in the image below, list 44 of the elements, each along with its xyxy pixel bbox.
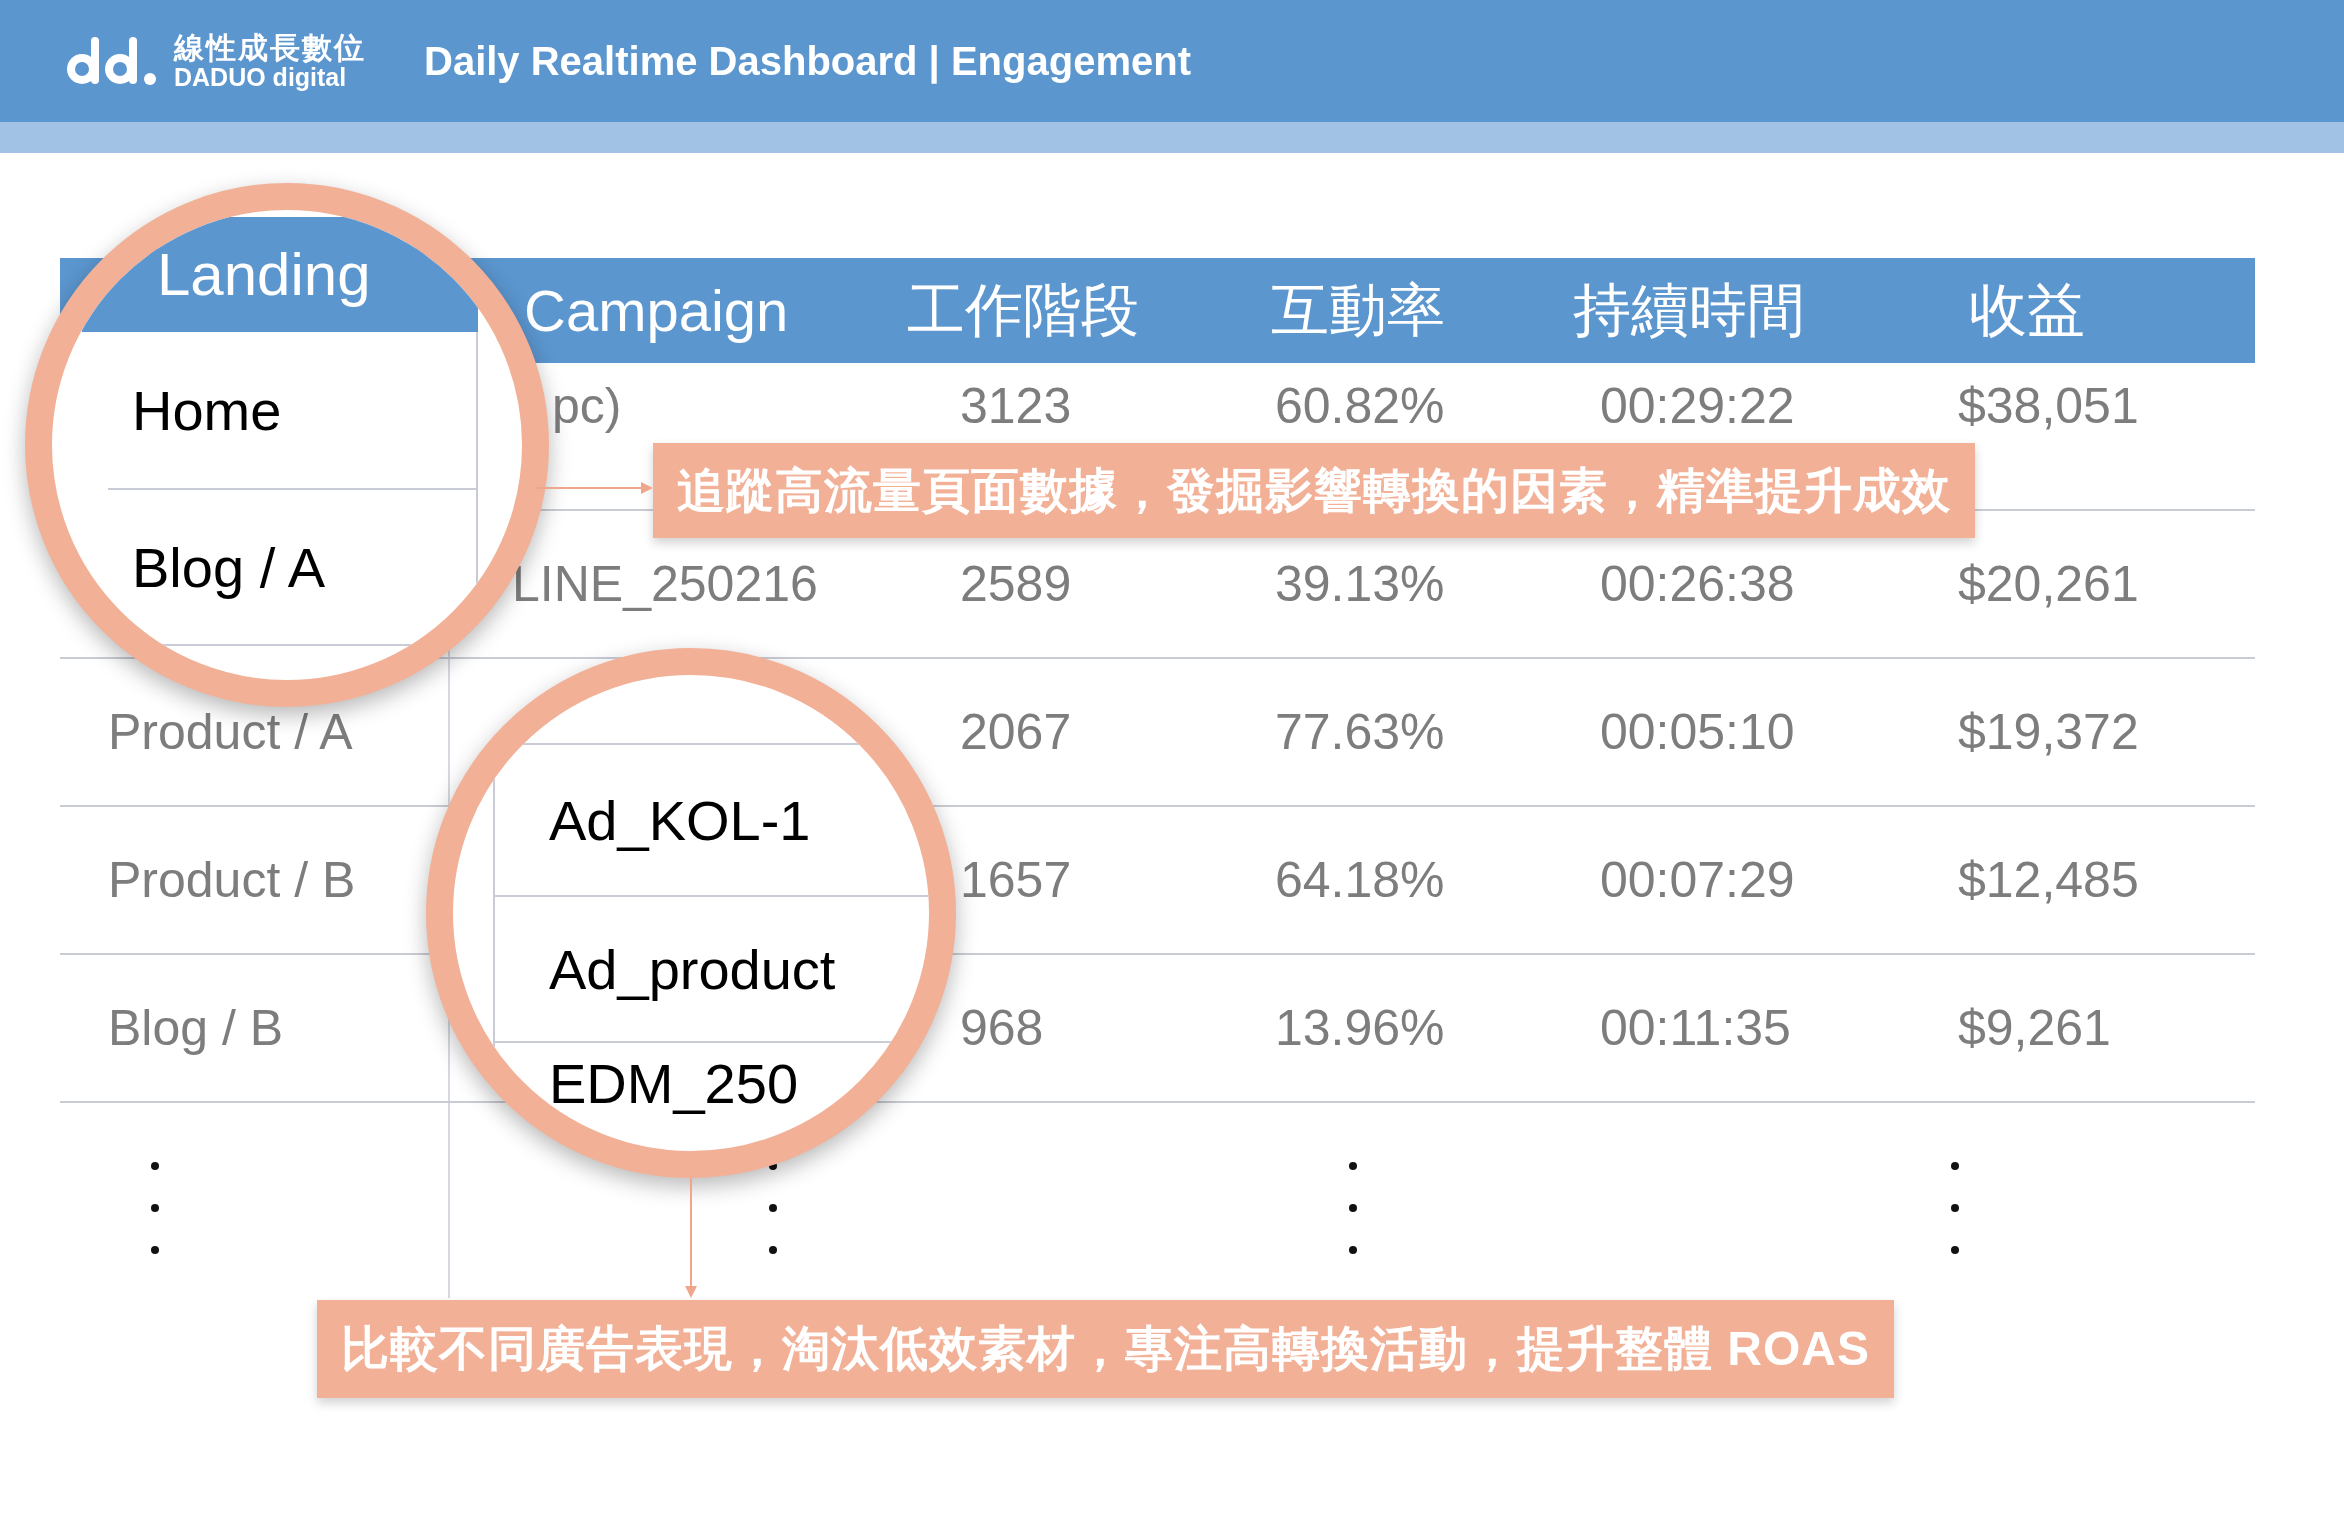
table-cell: 1657 bbox=[960, 851, 1072, 909]
column-header: 收益 bbox=[1969, 275, 2085, 344]
table-cell: Product / A bbox=[108, 703, 353, 761]
table-cell: $19,372 bbox=[1958, 703, 2139, 761]
table-cell: 60.82% bbox=[1275, 377, 1445, 435]
table-cell: 00:29:22 bbox=[1600, 377, 1795, 435]
vertical-ellipsis-icon bbox=[1348, 1161, 1358, 1255]
table-cell: $20,261 bbox=[1958, 555, 2139, 613]
magnified-column-header: Landing bbox=[82, 217, 478, 332]
column-header: 持續時間 bbox=[1573, 275, 1805, 344]
table-cell: 00:07:29 bbox=[1600, 851, 1795, 909]
table-cell: Product / B bbox=[108, 851, 356, 909]
table-cell: $12,485 bbox=[1958, 851, 2139, 909]
table-cell: $9,261 bbox=[1958, 999, 2111, 1057]
column-header: Campaign bbox=[524, 277, 789, 344]
magnified-cell: EDM_250 bbox=[549, 1051, 799, 1116]
table-cell: 3123 bbox=[960, 377, 1072, 435]
callout-box: 比較不同廣告表現，淘汰低效素材，專注高轉換活動，提升整體 ROAS bbox=[317, 1300, 1894, 1398]
magnified-cell: Ad_product bbox=[549, 936, 836, 1002]
logo-subtitle: DADUO digital bbox=[174, 63, 347, 90]
table-cell: 2589 bbox=[960, 555, 1072, 613]
callout-box: 追蹤高流量頁面數據，發掘影響轉換的因素，精準提升成效 bbox=[653, 443, 1975, 538]
table-cell: pc) bbox=[552, 377, 622, 435]
table-cell: 00:26:38 bbox=[1600, 555, 1795, 613]
column-header: 互動率 bbox=[1271, 275, 1445, 344]
table-cell: 00:11:35 bbox=[1600, 999, 1791, 1057]
table-cell: 2067 bbox=[960, 703, 1072, 761]
table-cell: Blog / B bbox=[108, 999, 284, 1057]
vertical-ellipsis-icon bbox=[1950, 1161, 1960, 1255]
magnified-cell: Blog / A bbox=[132, 534, 326, 600]
table-cell: 968 bbox=[960, 999, 1044, 1057]
table-cell: 39.13% bbox=[1275, 555, 1445, 613]
table-cell: 77.63% bbox=[1275, 703, 1445, 761]
table-cell: 00:05:10 bbox=[1600, 703, 1795, 761]
column-header: 工作階段 bbox=[907, 275, 1139, 344]
magnified-cell: Ad_KOL-1 bbox=[549, 787, 811, 853]
vertical-ellipsis-icon bbox=[150, 1161, 160, 1255]
table-cell: $38,051 bbox=[1958, 377, 2139, 435]
table-cell: 13.96% bbox=[1275, 999, 1445, 1057]
table-cell: 64.18% bbox=[1275, 851, 1445, 909]
logo-name: 線性成長數位 bbox=[174, 32, 366, 64]
dashboard-title: Daily Realtime Dashboard | Engagement bbox=[424, 38, 1191, 84]
magnified-cell: Home bbox=[132, 377, 282, 443]
table-cell: LINE_250216 bbox=[512, 555, 818, 613]
